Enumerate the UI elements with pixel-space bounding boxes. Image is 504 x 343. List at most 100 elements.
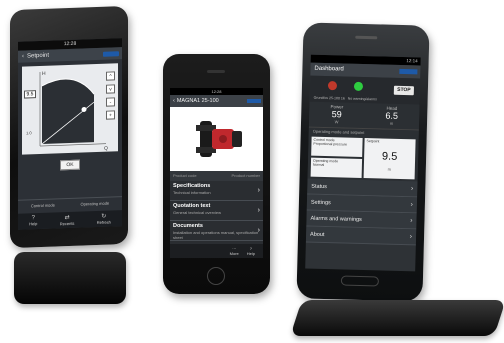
help-button[interactable]: ? Help bbox=[247, 244, 255, 258]
pump-status-row: Grundfos 25-100 16 No warning/alarms STO… bbox=[309, 75, 421, 105]
right-phone-screen: 12:14 Dashboard Grundfos 25-100 16 No wa… bbox=[305, 54, 421, 272]
recents-button[interactable]: ⇄ Recents bbox=[60, 212, 75, 229]
metric-head: Head 6.5 m bbox=[364, 103, 420, 129]
chevron-right-icon: › bbox=[409, 233, 413, 241]
menu-item-subtitle: General technical overview bbox=[173, 210, 222, 215]
list-item-about[interactable]: About › bbox=[305, 226, 417, 246]
chevron-right-icon: › bbox=[257, 187, 260, 194]
menu-item-documents[interactable]: Documents Installation and operations ma… bbox=[170, 221, 263, 241]
menu-item-title: Documents bbox=[173, 223, 203, 229]
chart-side-buttons: ^ v - + bbox=[106, 71, 115, 120]
plus-button[interactable]: + bbox=[106, 110, 115, 120]
mode-row: Control mode Operating mode bbox=[18, 196, 122, 212]
alarm-status: No warning/alarms bbox=[347, 96, 377, 102]
menu-item-subtitle: Installation and operations manual, spec… bbox=[173, 230, 259, 240]
refresh-button[interactable]: ↻ Refresh bbox=[97, 211, 111, 227]
back-icon[interactable]: ‹ bbox=[173, 95, 175, 107]
brand-logo bbox=[247, 99, 261, 103]
brand-logo bbox=[399, 68, 418, 75]
setpoint-tile[interactable]: Setpoint 9.5 m bbox=[363, 138, 416, 180]
nav-bar: ‹ Setpoint bbox=[18, 47, 122, 63]
more-label: More bbox=[229, 251, 239, 256]
setpoint-value: 9.5 bbox=[381, 150, 398, 163]
x-axis bbox=[40, 143, 106, 147]
tile-value: Proportional pressure bbox=[313, 141, 347, 147]
page-title: Dashboard bbox=[314, 65, 344, 73]
right-phone: 12:14 Dashboard Grundfos 25-100 16 No wa… bbox=[296, 22, 430, 302]
list-item-label: Alarms and warnings bbox=[310, 215, 362, 223]
left-phone-screen: 12:28 ‹ Setpoint H Q 1.0 9.5 ^ v - + OK … bbox=[18, 38, 122, 230]
product-scene: 12:28 ‹ Setpoint H Q 1.0 9.5 ^ v - + OK … bbox=[0, 0, 504, 343]
pump-icon bbox=[327, 81, 338, 91]
brand-logo bbox=[103, 50, 119, 57]
product-number-label: Product number bbox=[231, 173, 260, 178]
menu-item-title: Specifications bbox=[173, 183, 211, 189]
up-button[interactable]: ^ bbox=[106, 71, 115, 81]
axis-left-tick: 1.0 bbox=[26, 130, 32, 135]
axis-bottom-label: Q bbox=[104, 146, 108, 152]
operating-mode-tile[interactable]: Operating mode Normal bbox=[310, 157, 363, 178]
home-button[interactable] bbox=[340, 275, 380, 287]
speaker-grill bbox=[207, 70, 225, 73]
menu-item-title: Quotation text bbox=[173, 203, 211, 209]
setpoint-curve-svg: H Q 1.0 bbox=[26, 71, 108, 152]
control-mode-link[interactable]: Control mode bbox=[31, 199, 55, 211]
mode-tiles: Control mode Proportional pressure Opera… bbox=[307, 134, 419, 182]
pump-control-box bbox=[232, 131, 242, 147]
center-phone-screen: 12:28 ‹ MAGNA1 25-100 Product code Produ bbox=[170, 88, 263, 258]
refresh-label: Refresh bbox=[96, 219, 111, 226]
pump-illustration bbox=[196, 121, 242, 157]
stop-button[interactable]: STOP bbox=[393, 85, 414, 96]
axis-top-label: H bbox=[42, 71, 46, 77]
menu-item-subtitle: Technical information bbox=[173, 190, 211, 195]
recents-label: Recents bbox=[59, 220, 75, 227]
tile-title: Setpoint bbox=[366, 139, 380, 144]
help-label: Help bbox=[246, 251, 255, 256]
product-code-label: Product code bbox=[173, 173, 197, 178]
chevron-right-icon: › bbox=[257, 227, 260, 234]
setpoint-chart[interactable]: H Q 1.0 9.5 ^ v - + bbox=[22, 63, 118, 155]
control-mode-tile[interactable]: Control mode Proportional pressure bbox=[311, 136, 363, 157]
more-button[interactable]: ⋯ More bbox=[230, 244, 239, 258]
accessory-device bbox=[290, 300, 504, 336]
menu-item-quotation-text[interactable]: Quotation text General technical overvie… bbox=[170, 201, 263, 221]
nav-bar: ‹ MAGNA1 25-100 bbox=[170, 95, 263, 107]
chevron-right-icon: › bbox=[257, 207, 260, 214]
chevron-right-icon: › bbox=[410, 201, 413, 209]
metrics-row: Power 59 W Head 6.5 m bbox=[308, 101, 420, 131]
center-phone: 12:28 ‹ MAGNA1 25-100 Product code Produ bbox=[163, 54, 270, 294]
alarm-ok-icon bbox=[353, 81, 364, 91]
chevron-right-icon: › bbox=[410, 185, 414, 193]
metric-unit: W bbox=[334, 119, 339, 125]
bottom-toolbar: ? Help ⇄ Recents ↻ Refresh bbox=[18, 210, 122, 230]
setpoint-unit: m bbox=[387, 166, 392, 172]
page-title: Setpoint bbox=[27, 52, 50, 60]
ok-button[interactable]: OK bbox=[60, 159, 80, 171]
tile-value: Normal bbox=[312, 162, 325, 167]
back-icon[interactable]: ‹ bbox=[22, 51, 24, 63]
bottom-toolbar: ⋯ More ? Help bbox=[170, 244, 263, 258]
chevron-right-icon: › bbox=[410, 217, 413, 225]
operating-mode-link[interactable]: Operating mode bbox=[80, 198, 109, 210]
page-title: MAGNA1 25-100 bbox=[176, 98, 219, 104]
menu-item-specifications[interactable]: Specifications Technical information › bbox=[170, 181, 263, 201]
pump-name: Grundfos 25-100 16 bbox=[313, 95, 345, 101]
list-item-label: Status bbox=[311, 183, 328, 191]
home-button[interactable] bbox=[207, 267, 225, 285]
minus-button[interactable]: - bbox=[106, 97, 115, 107]
help-label: Help bbox=[29, 221, 38, 227]
metric-power: Power 59 W bbox=[309, 102, 365, 128]
metric-unit: m bbox=[389, 120, 394, 126]
pump-hub bbox=[219, 135, 227, 143]
product-caption: Product code Product number bbox=[170, 171, 263, 181]
left-phone: 12:28 ‹ Setpoint H Q 1.0 9.5 ^ v - + OK … bbox=[10, 5, 128, 249]
product-image bbox=[170, 107, 263, 171]
mode-column: Control mode Proportional pressure Opera… bbox=[310, 136, 363, 178]
list-item-label: Settings bbox=[310, 199, 331, 207]
setpoint-column: Setpoint 9.5 m bbox=[363, 138, 416, 180]
pump-label: Grundfos 25-100 16 No warning/alarms bbox=[314, 96, 377, 102]
status-bar: 12:28 bbox=[170, 88, 263, 95]
help-button[interactable]: ? Help bbox=[29, 213, 37, 229]
down-button[interactable]: v bbox=[106, 84, 115, 94]
setpoint-value-box[interactable]: 9.5 bbox=[24, 90, 36, 99]
